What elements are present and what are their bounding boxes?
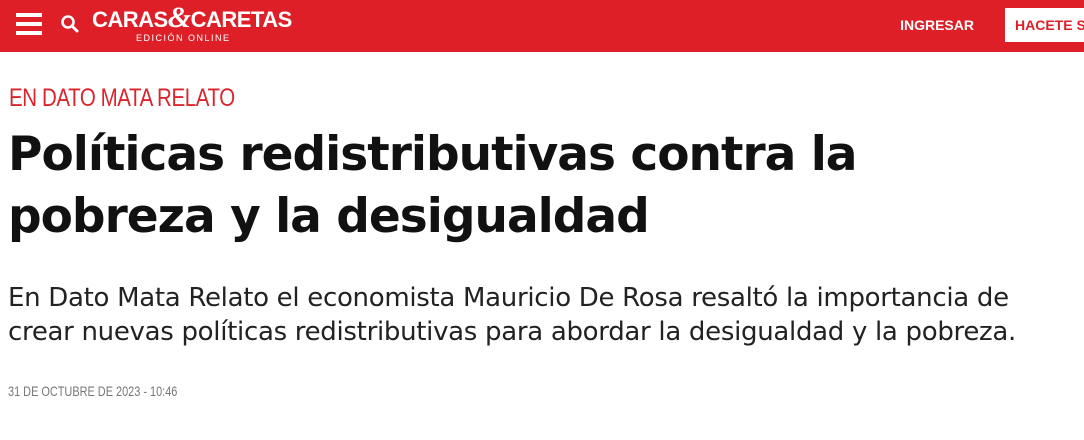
- search-icon[interactable]: [60, 14, 80, 34]
- logo-subtitle: EDICIÓN ONLINE: [136, 33, 231, 43]
- subscribe-button[interactable]: HACETE SOCIO: [1005, 8, 1084, 42]
- login-link[interactable]: INGRESAR: [900, 17, 974, 33]
- article-summary: En Dato Mata Relato el economista Mauric…: [8, 281, 1084, 349]
- article-title: Políticas redistributivas contra la pobr…: [8, 127, 858, 244]
- site-logo[interactable]: CARAS&CARETAS EDICIÓN ONLINE: [92, 1, 318, 46]
- logo-wordmark: CARAS&CARETAS: [92, 1, 292, 34]
- article-date: 31 DE OCTUBRE DE 2023 - 10:46: [8, 383, 178, 399]
- article-section-kicker[interactable]: EN DATO MATA RELATO: [9, 84, 235, 113]
- hamburger-menu-icon[interactable]: [16, 13, 42, 35]
- summary-line: crear nuevas políticas redistributivas p…: [8, 317, 1016, 347]
- summary-line: En Dato Mata Relato el economista Mauric…: [8, 283, 1009, 313]
- top-bar: CARAS&CARETAS EDICIÓN ONLINE INGRESAR HA…: [0, 0, 1084, 52]
